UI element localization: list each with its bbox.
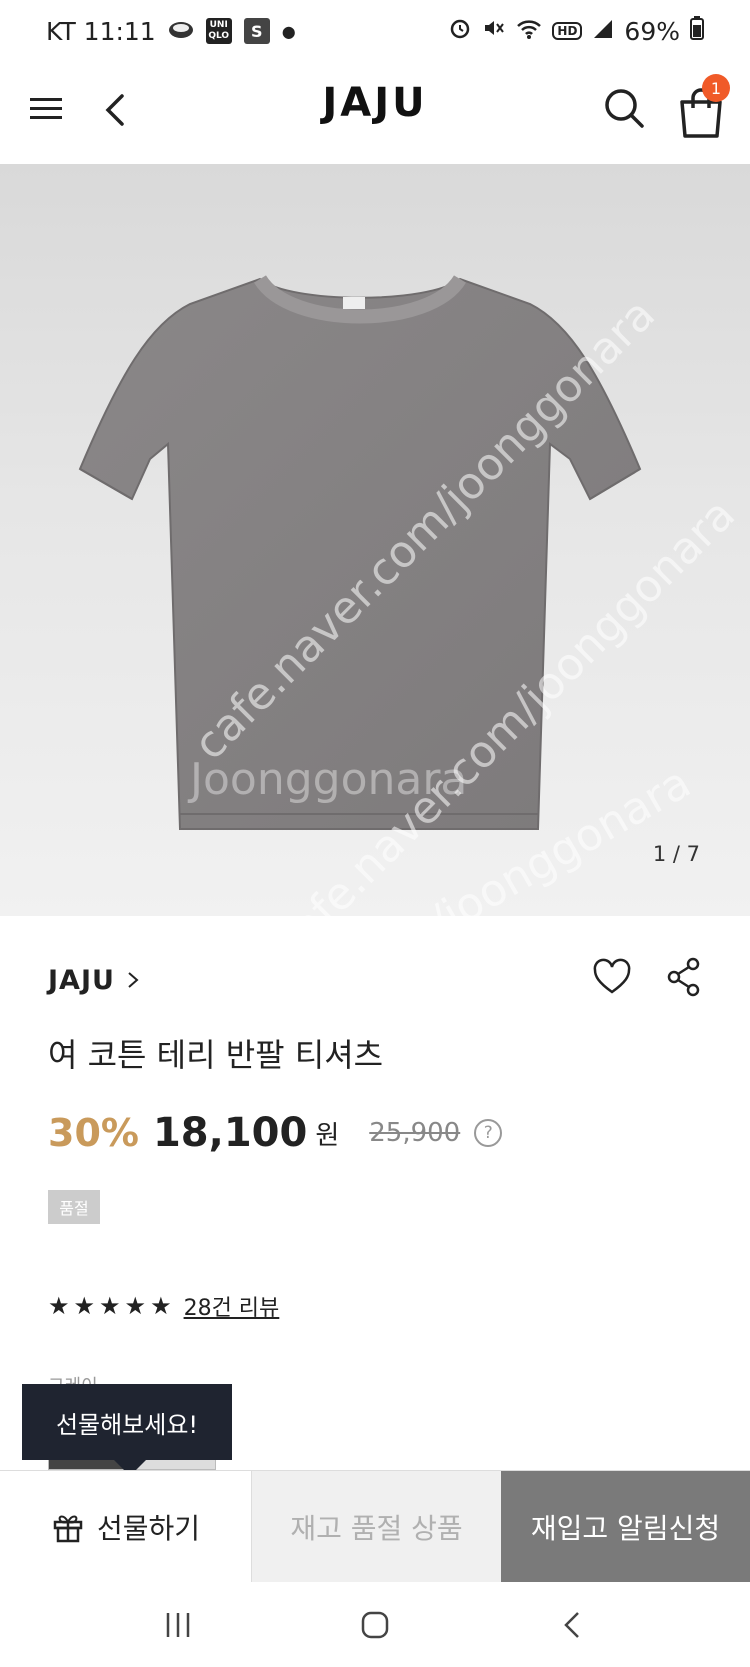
s-icon: S	[243, 18, 270, 44]
share-icon[interactable]	[666, 956, 702, 998]
tshirt-image	[78, 274, 642, 830]
chevron-right-icon	[128, 972, 139, 988]
brand-link[interactable]: JAJU	[48, 965, 115, 996]
status-bar: KT 11:11 UNI QLO S ● HD 69%	[0, 0, 750, 62]
gift-button[interactable]: 선물하기	[0, 1471, 252, 1582]
product-image-carousel[interactable]: cafe.naver.com/joonggonara cafe.naver.co…	[0, 164, 750, 916]
pill-icon	[168, 17, 194, 46]
wifi-icon	[516, 17, 542, 46]
price-row: 30% 18,100 원 25,900 ?	[48, 1110, 503, 1156]
star-rating: ★★★★★	[48, 1292, 176, 1320]
search-icon[interactable]	[600, 84, 648, 132]
soldout-button: 재고 품절 상품	[252, 1471, 501, 1582]
signal-icon	[592, 17, 614, 46]
hd-icon: HD	[552, 22, 583, 40]
system-nav-bar	[0, 1582, 750, 1667]
wishlist-heart-icon[interactable]	[592, 958, 632, 998]
review-count-link[interactable]: 28건 리뷰	[184, 1290, 280, 1322]
battery-level: 69%	[624, 16, 680, 46]
currency-unit: 원	[315, 1120, 340, 1151]
battery-icon	[690, 16, 704, 46]
original-price: 25,900	[369, 1118, 461, 1148]
product-title: 여 코튼 테리 반팔 티셔츠	[48, 1036, 384, 1074]
back-nav-icon[interactable]	[542, 1600, 602, 1650]
brand-row: JAJU	[48, 957, 702, 1000]
sale-price: 18,100	[152, 1110, 308, 1156]
discount-rate: 30%	[48, 1111, 139, 1155]
alarm-icon	[448, 16, 472, 46]
home-icon[interactable]	[345, 1600, 405, 1650]
carrier-time: KT 11:11	[46, 16, 156, 46]
review-row: ★★★★★ 28건 리뷰	[48, 1290, 279, 1322]
app-header: JAJU 1	[0, 62, 750, 162]
mute-icon	[482, 16, 506, 46]
image-counter: 1 / 7	[652, 842, 700, 866]
restock-notify-button[interactable]: 재입고 알림신청	[501, 1471, 750, 1582]
soldout-badge: 품절	[48, 1190, 100, 1224]
cart-count-badge: 1	[702, 74, 730, 102]
gift-icon	[53, 1515, 83, 1542]
uniqlo-icon: UNI QLO	[205, 18, 232, 44]
gift-tooltip: 선물해보세요!	[22, 1384, 232, 1476]
bottom-action-bar: 선물하기 재고 품절 상품 재입고 알림신청	[0, 1470, 750, 1582]
recent-apps-icon[interactable]	[148, 1600, 208, 1650]
help-icon[interactable]: ?	[474, 1119, 503, 1147]
gift-button-label: 선물하기	[96, 1511, 201, 1545]
cart-button[interactable]: 1	[678, 74, 730, 138]
dot-icon: ●	[281, 21, 296, 41]
